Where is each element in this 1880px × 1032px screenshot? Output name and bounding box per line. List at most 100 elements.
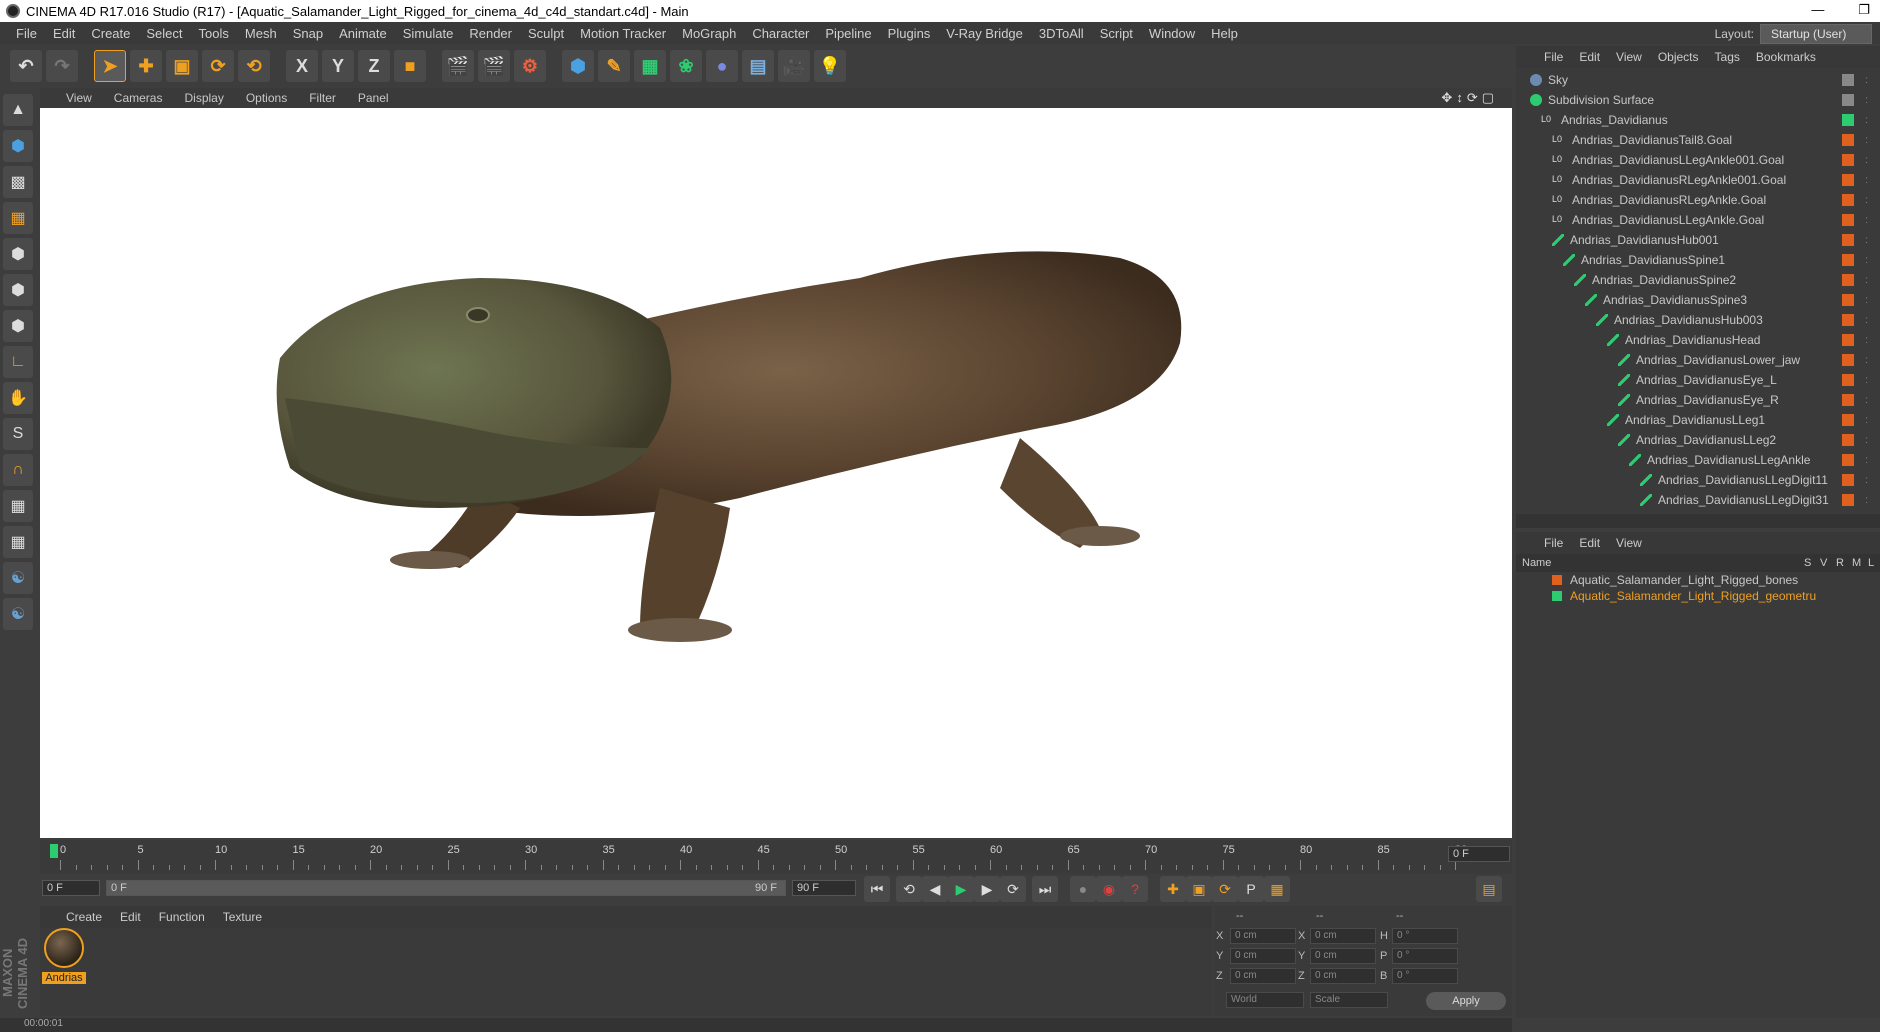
playhead-marker[interactable] [50, 844, 58, 858]
position-key-icon[interactable]: ✚ [1160, 876, 1186, 902]
object-row[interactable]: Andrias_DavidianusHead: [1516, 330, 1880, 350]
object-visibility-dots[interactable]: : [1865, 195, 1868, 206]
object-menu-objects[interactable]: Objects [1658, 50, 1699, 64]
minimize-icon[interactable]: — [1811, 2, 1824, 18]
object-menu-file[interactable]: File [1544, 50, 1563, 64]
previous-key-icon[interactable]: ⟲ [896, 876, 922, 902]
current-frame-field[interactable]: 0 F [1448, 846, 1510, 862]
render-settings-icon[interactable]: ⚙ [514, 50, 546, 82]
z-axis-icon[interactable]: Z [358, 50, 390, 82]
start-frame-field[interactable]: 0 F [42, 880, 100, 896]
layer-color-swatch[interactable] [1552, 575, 1562, 585]
menu-item-plugins[interactable]: Plugins [880, 26, 939, 41]
menu-item-simulate[interactable]: Simulate [395, 26, 462, 41]
x-axis-icon[interactable]: X [286, 50, 318, 82]
object-layer-tag[interactable] [1842, 414, 1854, 426]
menu-item-pipeline[interactable]: Pipeline [817, 26, 879, 41]
menu-item-animate[interactable]: Animate [331, 26, 395, 41]
menu-item-script[interactable]: Script [1092, 26, 1141, 41]
object-layer-tag[interactable] [1842, 394, 1854, 406]
object-row[interactable]: Andrias_DavidianusLLeg2: [1516, 430, 1880, 450]
viewport-menu-options[interactable]: Options [246, 91, 287, 105]
object-row[interactable]: Andrias_DavidianusSpine1: [1516, 250, 1880, 270]
object-visibility-dots[interactable]: : [1865, 255, 1868, 266]
move-icon[interactable]: ✚ [130, 50, 162, 82]
axis-mode-icon[interactable]: ∟ [3, 346, 33, 378]
scale-icon[interactable]: ▣ [166, 50, 198, 82]
workplane-icon[interactable]: ▦ [3, 202, 33, 234]
object-visibility-dots[interactable]: : [1865, 215, 1868, 226]
object-row[interactable]: Andrias_DavidianusSpine3: [1516, 290, 1880, 310]
object-menu-view[interactable]: View [1616, 50, 1642, 64]
menu-item-mesh[interactable]: Mesh [237, 26, 285, 41]
timeline-window-icon[interactable]: ▤ [1476, 876, 1502, 902]
object-visibility-dots[interactable]: : [1865, 455, 1868, 466]
timeline-ruler[interactable]: 051015202530354045505560657075808590 0 F [40, 840, 1512, 874]
object-visibility-dots[interactable]: : [1865, 335, 1868, 346]
texture-mode-icon[interactable]: ▩ [3, 166, 33, 198]
coord-value-field[interactable]: 0 cm [1230, 948, 1296, 964]
object-row[interactable]: Andrias_DavidianusLLeg1: [1516, 410, 1880, 430]
rotation-key-icon[interactable]: ⟳ [1212, 876, 1238, 902]
object-layer-tag[interactable] [1842, 254, 1854, 266]
coord-value-field[interactable]: 0 cm [1310, 968, 1376, 984]
python-icon[interactable]: ☯ [3, 562, 33, 594]
object-row[interactable]: L0 Andrias_DavidianusLLegAnkle001.Goal: [1516, 150, 1880, 170]
coordinate-system-icon[interactable]: ■ [394, 50, 426, 82]
object-layer-tag[interactable] [1842, 474, 1854, 486]
menu-item-v-ray-bridge[interactable]: V-Ray Bridge [938, 26, 1031, 41]
object-visibility-dots[interactable]: : [1865, 295, 1868, 306]
object-row[interactable]: Andrias_DavidianusLLegDigit11: [1516, 470, 1880, 490]
object-row[interactable]: L0 Andrias_DavidianusTail8.Goal: [1516, 130, 1880, 150]
y-axis-icon[interactable]: Y [322, 50, 354, 82]
snap-icon[interactable]: S [3, 418, 33, 450]
object-visibility-dots[interactable]: : [1865, 495, 1868, 506]
coordinate-mode-dropdown[interactable]: Scale [1310, 992, 1388, 1008]
object-layer-tag[interactable] [1842, 154, 1854, 166]
menu-item-character[interactable]: Character [744, 26, 817, 41]
coordinate-space-dropdown[interactable]: World [1226, 992, 1304, 1008]
object-layer-tag[interactable] [1842, 374, 1854, 386]
viewport-menu-filter[interactable]: Filter [309, 91, 336, 105]
object-row[interactable]: L0 Andrias_DavidianusRLegAnkle.Goal: [1516, 190, 1880, 210]
apply-button[interactable]: Apply [1426, 992, 1506, 1010]
undo-icon[interactable]: ↶ [10, 50, 42, 82]
point-level-key-icon[interactable]: ▦ [1264, 876, 1290, 902]
layout-dropdown[interactable]: Startup (User) [1760, 24, 1872, 44]
object-row[interactable]: Andrias_DavidianusLLegAnkle: [1516, 450, 1880, 470]
menu-item-create[interactable]: Create [83, 26, 138, 41]
menu-item-sculpt[interactable]: Sculpt [520, 26, 572, 41]
live-selection-icon[interactable]: ➤ [94, 50, 126, 82]
material-menu-edit[interactable]: Edit [120, 910, 141, 924]
object-row[interactable]: Andrias_DavidianusLower_jaw: [1516, 350, 1880, 370]
object-row[interactable]: Subdivision Surface: [1516, 90, 1880, 110]
camera-icon[interactable]: 🎥 [778, 50, 810, 82]
object-visibility-dots[interactable]: : [1865, 375, 1868, 386]
material-name[interactable]: Andrias [42, 972, 86, 984]
object-visibility-dots[interactable]: : [1865, 415, 1868, 426]
object-visibility-dots[interactable]: : [1865, 315, 1868, 326]
recent-tool-icon[interactable]: ⟲ [238, 50, 270, 82]
object-layer-tag[interactable] [1842, 174, 1854, 186]
object-row[interactable]: Andrias_DavidianusLLegDigit31: [1516, 490, 1880, 510]
menu-item-window[interactable]: Window [1141, 26, 1203, 41]
object-layer-tag[interactable] [1842, 294, 1854, 306]
render-view-icon[interactable]: 🎬 [442, 50, 474, 82]
next-key-icon[interactable]: ⟳ [1000, 876, 1026, 902]
keyframe-selection-icon[interactable]: ? [1122, 876, 1148, 902]
object-visibility-dots[interactable]: : [1865, 115, 1868, 126]
object-layer-tag[interactable] [1842, 114, 1854, 126]
object-layer-tag[interactable] [1842, 494, 1854, 506]
object-menu-tags[interactable]: Tags [1715, 50, 1740, 64]
object-row[interactable]: Andrias_DavidianusEye_R: [1516, 390, 1880, 410]
object-tree-scrollbar[interactable] [1516, 514, 1880, 528]
object-visibility-dots[interactable]: : [1865, 155, 1868, 166]
object-menu-bookmarks[interactable]: Bookmarks [1756, 50, 1816, 64]
tweak-icon[interactable]: ✋ [3, 382, 33, 414]
layer-menu-edit[interactable]: Edit [1579, 536, 1600, 550]
layer-row[interactable]: Aquatic_Salamander_Light_Rigged_geometru [1516, 588, 1880, 604]
menu-item-motion-tracker[interactable]: Motion Tracker [572, 26, 674, 41]
parameter-key-icon[interactable]: P [1238, 876, 1264, 902]
menu-item-file[interactable]: File [8, 26, 45, 41]
subdivision-icon[interactable]: ▦ [634, 50, 666, 82]
